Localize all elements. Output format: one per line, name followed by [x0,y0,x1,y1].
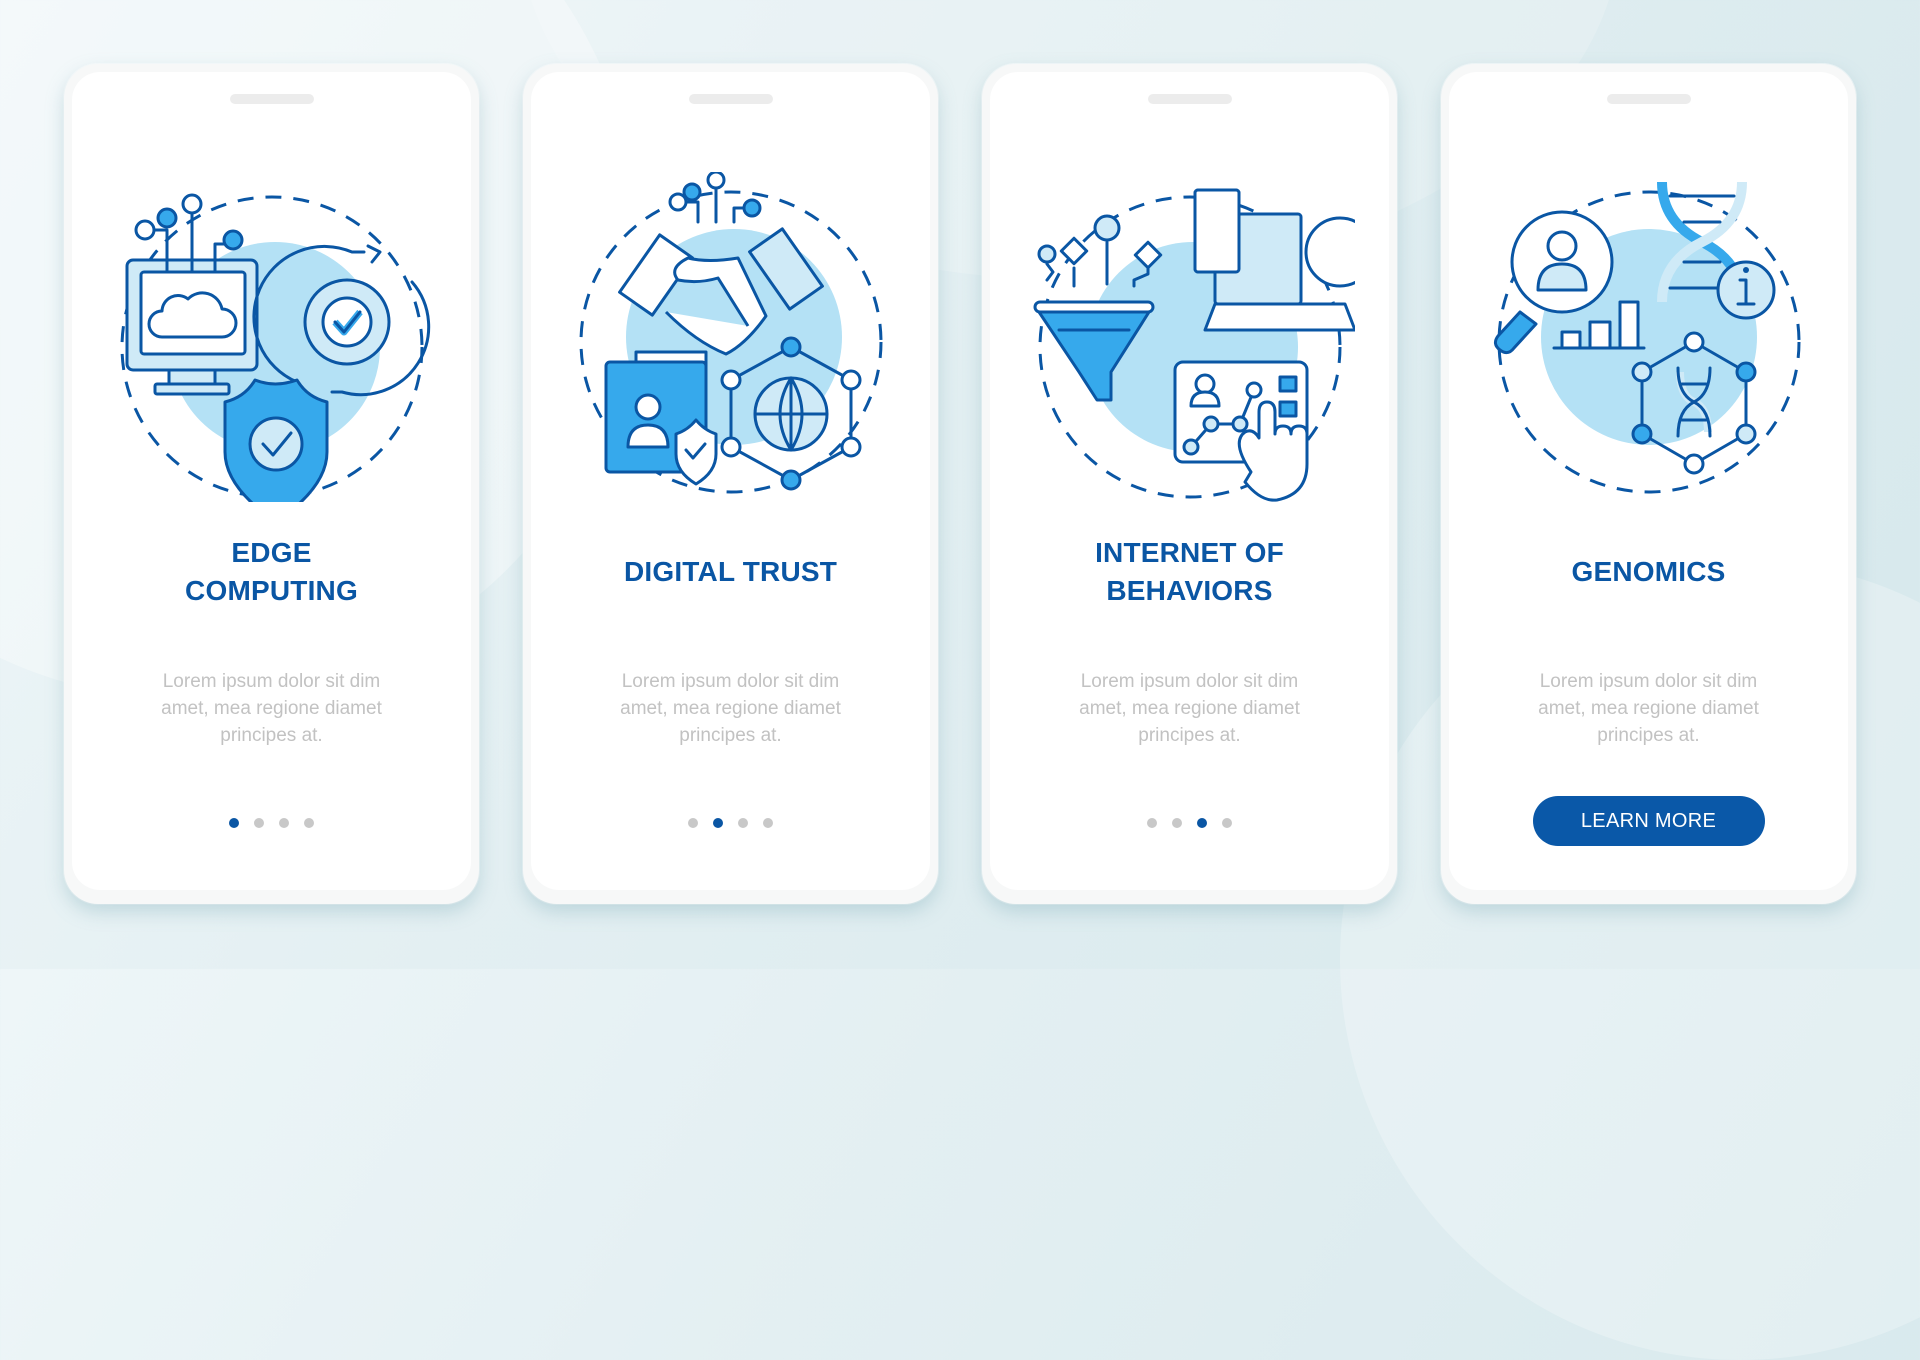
screen-content: INTERNET OF BEHAVIORS Lorem ipsum dolor … [990,72,1389,890]
description-line: Lorem ipsum dolor sit dim [162,671,381,692]
pagination-dot-1[interactable] [1147,818,1157,828]
onboarding-screen-edge-computing: EDGE COMPUTING Lorem ipsum dolor sit dim… [64,64,479,904]
pagination-dot-4[interactable] [763,818,773,828]
screen-title: DIGITAL TRUST [531,553,930,591]
learn-more-button[interactable]: LEARN MORE [1532,796,1765,846]
pagination-dots [72,818,471,828]
edge-computing-illustration [120,193,430,502]
pagination-dot-3-active[interactable] [1197,818,1207,828]
computer-search-icon [1193,188,1355,332]
description-line: principes at. [1597,725,1700,746]
screen-description: Lorem ipsum dolor sit dim amet, mea regi… [571,668,890,749]
genomics-illustration [1493,181,1800,494]
screen-content: DIGITAL TRUST Lorem ipsum dolor sit dim … [531,72,930,890]
description-line: Lorem ipsum dolor sit dim [1539,671,1758,692]
screen-content: GENOMICS Lorem ipsum dolor sit dim amet,… [1449,72,1848,890]
behavior-dashboard-touch-icon [1173,360,1308,502]
pagination-dot-1-active[interactable] [229,818,239,828]
onboarding-screen-internet-of-behaviors: INTERNET OF BEHAVIORS Lorem ipsum dolor … [982,64,1397,904]
pagination-dot-2-active[interactable] [713,818,723,828]
pagination-dot-4[interactable] [1222,818,1232,828]
title-line: INTERNET OF [1095,537,1284,568]
description-line: amet, mea regione diamet [161,698,382,719]
description-line: Lorem ipsum dolor sit dim [621,671,840,692]
pagination-dot-2[interactable] [254,818,264,828]
description-line: amet, mea regione diamet [1538,698,1759,719]
pagination-dot-1[interactable] [688,818,698,828]
screen-title: INTERNET OF BEHAVIORS [990,534,1389,610]
phone-speaker-notch [688,94,773,104]
internet-of-behaviors-illustration [1033,188,1355,502]
description-line: amet, mea regione diamet [1079,698,1300,719]
description-line: amet, mea regione diamet [620,698,841,719]
pagination-dot-2[interactable] [1172,818,1182,828]
pagination-dots [990,818,1389,828]
title-line: EDGE [231,537,312,568]
pagination-dots [531,818,930,828]
digital-trust-illustration [579,172,882,494]
monitor-cloud-icon [125,193,258,396]
folder-user-shield-icon [604,350,717,486]
screen-title: GENOMICS [1449,553,1848,591]
screen-content: EDGE COMPUTING Lorem ipsum dolor sit dim… [72,72,471,890]
onboarding-screen-genomics: GENOMICS Lorem ipsum dolor sit dim amet,… [1441,64,1856,904]
title-line: COMPUTING [185,575,358,606]
title-line: GENOMICS [1571,556,1726,587]
title-line: DIGITAL TRUST [623,556,838,587]
pagination-dot-4[interactable] [304,818,314,828]
shield-check-icon [223,378,328,502]
title-line: BEHAVIORS [1106,575,1273,606]
screen-description: Lorem ipsum dolor sit dim amet, mea regi… [112,668,431,749]
screen-title: EDGE COMPUTING [72,534,471,610]
screen-description: Lorem ipsum dolor sit dim amet, mea regi… [1030,668,1349,749]
description-line: principes at. [1138,725,1241,746]
phone-speaker-notch [1606,94,1691,104]
description-line: principes at. [679,725,782,746]
description-line: principes at. [220,725,323,746]
pagination-dot-3[interactable] [738,818,748,828]
pagination-dot-3[interactable] [279,818,289,828]
screen-description: Lorem ipsum dolor sit dim amet, mea regi… [1489,668,1808,749]
description-line: Lorem ipsum dolor sit dim [1080,671,1299,692]
phone-speaker-notch [1147,94,1232,104]
phone-speaker-notch [229,94,314,104]
onboarding-screen-digital-trust: DIGITAL TRUST Lorem ipsum dolor sit dim … [523,64,938,904]
